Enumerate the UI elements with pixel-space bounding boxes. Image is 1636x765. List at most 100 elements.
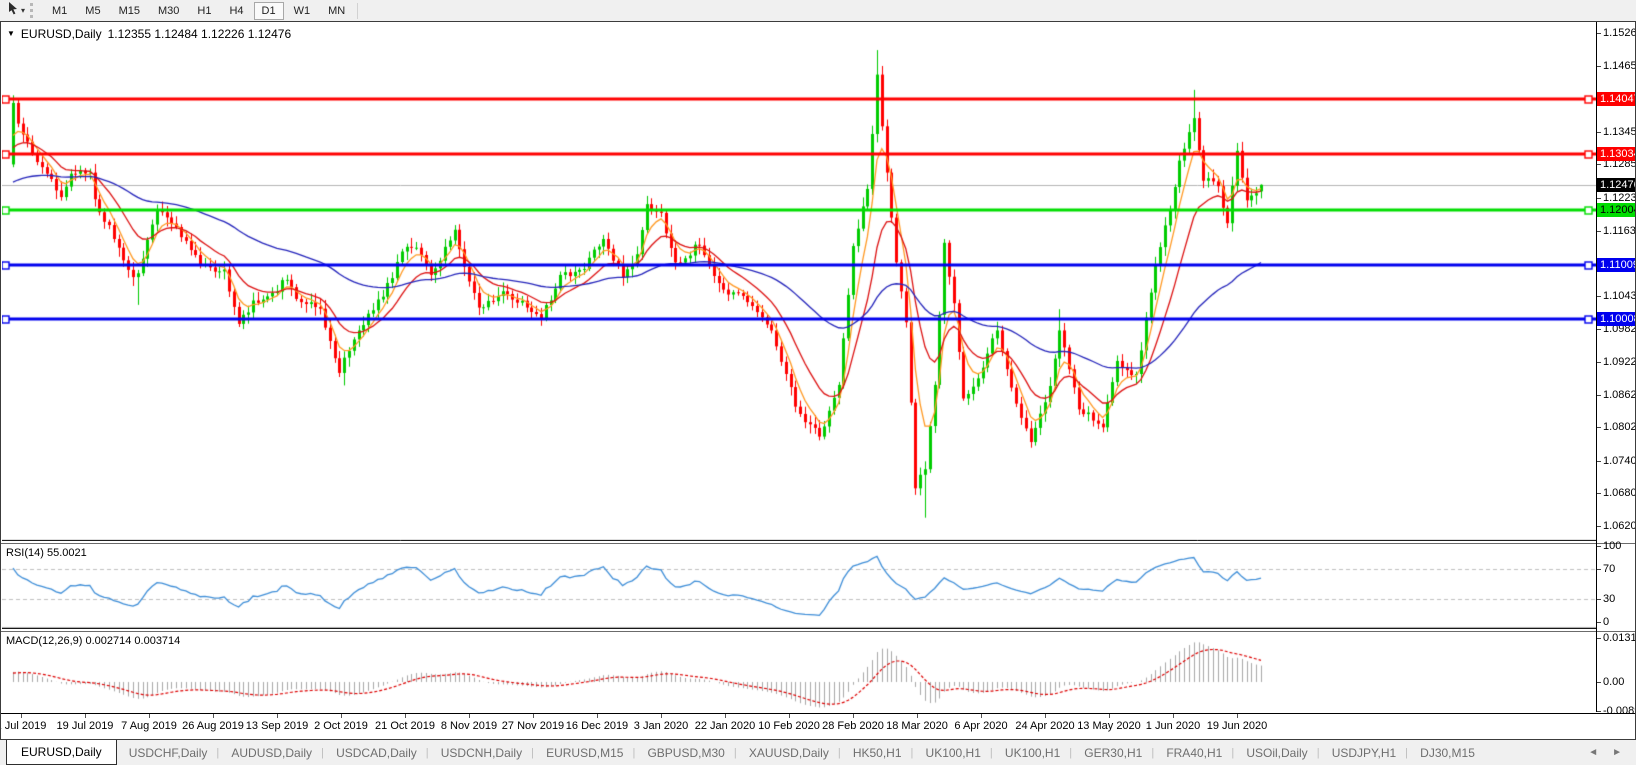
chart-tab[interactable]: FRA40,H1: [1151, 740, 1234, 765]
price-tick: [1597, 461, 1601, 462]
macd-tick: [1597, 638, 1601, 639]
price-axis-label: 1.09220: [1603, 356, 1635, 368]
macd-pane-separator[interactable]: [1, 631, 1635, 632]
price-tick: [1597, 132, 1601, 133]
rsi-indicator-canvas[interactable]: [2, 544, 1596, 629]
price-tick: [1597, 362, 1601, 363]
chart-tab[interactable]: USDCNH,Daily: [426, 740, 534, 765]
rsi-tick: [1597, 622, 1601, 623]
chart-tabs: EURUSD,DailyUSDCHF,DailyAUDUSD,DailyUSDC…: [0, 740, 1574, 765]
chart-tab[interactable]: EURUSD,Daily: [6, 740, 117, 765]
cursor-tool-button[interactable]: ▾: [4, 0, 28, 21]
top-toolbar: ▾ M1 M5 M15 M30 H1 H4 D1 W1 MN: [0, 0, 1636, 21]
date-tick: [981, 714, 982, 718]
date-tick: [1109, 714, 1110, 718]
date-tick: [725, 714, 726, 718]
date-tick: [85, 714, 86, 718]
price-chart-canvas[interactable]: [2, 23, 1596, 541]
date-tick: [1045, 714, 1046, 718]
macd-label: MACD(12,26,9) 0.002714 0.003714: [6, 635, 181, 647]
hline-price-badge: 1.12004: [1597, 203, 1635, 217]
chart-tab[interactable]: HK50,H1: [838, 740, 914, 765]
macd-tick: [1597, 682, 1601, 683]
date-tick: [21, 714, 22, 718]
chart-tab[interactable]: USOil,Daily: [1231, 740, 1319, 765]
scroll-left-icon[interactable]: ◄: [1588, 747, 1598, 758]
rsi-label: RSI(14) 55.0021: [6, 547, 87, 559]
timeframe-button[interactable]: W1: [286, 2, 319, 20]
scroll-right-icon[interactable]: ►: [1612, 747, 1622, 758]
rsi-axis-label: 100: [1603, 540, 1622, 552]
price-axis-label: 1.15265: [1603, 27, 1635, 39]
toolbar-separator: [357, 2, 359, 19]
rsi-axis-label: 70: [1603, 563, 1616, 575]
date-tick: [917, 714, 918, 718]
price-tick: [1597, 493, 1601, 494]
timeframe-button[interactable]: M5: [77, 2, 108, 20]
chart-tab[interactable]: USDCHF,Daily: [117, 740, 220, 765]
timeframe-button[interactable]: M1: [44, 2, 75, 20]
timeframe-button[interactable]: M30: [150, 2, 187, 20]
rsi-tick: [1597, 599, 1601, 600]
rsi-axis-label: 0: [1603, 616, 1610, 628]
timeframe-button[interactable]: D1: [253, 1, 284, 20]
hline-price-badge: 1.13034: [1597, 147, 1635, 161]
timeframe-button[interactable]: H1: [189, 2, 219, 20]
timeframe-button[interactable]: MN: [320, 2, 353, 20]
chart-tab[interactable]: USDCAD,Daily: [321, 740, 429, 765]
macd-axis-label: 0.013121: [1603, 632, 1636, 644]
date-tick: [149, 714, 150, 718]
rsi-pane-separator[interactable]: [1, 543, 1635, 544]
rsi-axis-label: 30: [1603, 593, 1616, 605]
price-tick: [1597, 198, 1601, 199]
date-tick: [533, 714, 534, 718]
date-tick: [341, 714, 342, 718]
chart-tab[interactable]: UK100,H1: [990, 740, 1072, 765]
chart-tab[interactable]: AUDUSD,Daily: [216, 740, 324, 765]
chart-tab[interactable]: UK100,H1: [911, 740, 993, 765]
macd-axis-label: 0.00: [1603, 676, 1625, 688]
hline-price-badge: 1.10008: [1597, 312, 1635, 326]
date-tick: [789, 714, 790, 718]
timeframe-button[interactable]: M15: [111, 2, 148, 20]
date-axis-label: 19 Jun 2020: [1206, 720, 1268, 732]
timeframe-button[interactable]: H4: [221, 2, 251, 20]
chart-tab[interactable]: EURUSD,M15: [531, 740, 635, 765]
price-axis-label: 1.06805: [1603, 487, 1635, 499]
chart-tab[interactable]: USDJPY,H1: [1317, 740, 1408, 765]
bid-price-badge: 1.12476: [1597, 178, 1635, 192]
price-tick: [1597, 427, 1601, 428]
chart-symbol-label: EURUSD,Daily: [20, 27, 102, 41]
date-tick: [1237, 714, 1238, 718]
cursor-icon: [7, 1, 19, 20]
price-axis-label: 1.13450: [1603, 126, 1635, 138]
mt4-terminal: ▾ M1 M5 M15 M30 H1 H4 D1 W1 MN ▼ EURUSD,Daily 1.…: [0, 0, 1636, 765]
price-tick: [1597, 296, 1601, 297]
chart-tab[interactable]: XAUUSD,Daily: [734, 740, 841, 765]
chart-tab[interactable]: DJ30,M15: [1405, 740, 1487, 765]
price-tick: [1597, 66, 1601, 67]
date-tick: [661, 714, 662, 718]
date-tick: [213, 714, 214, 718]
rsi-tick: [1597, 546, 1601, 547]
date-tick: [597, 714, 598, 718]
chart-ohlc-values: 1.12355 1.12484 1.12226 1.12476: [107, 27, 292, 41]
chart-title: ▼ EURUSD,Daily 1.12355 1.12484 1.12226 1…: [7, 27, 291, 41]
time-axis: 1 Jul 2019 19 Jul 2019 7 Aug 2019 26 Aug 20…: [1, 714, 1635, 739]
price-scale-border: [1596, 22, 1597, 712]
price-axis-label: 1.08020: [1603, 421, 1635, 433]
collapse-arrow-icon[interactable]: ▼: [7, 30, 15, 38]
timeframe-toolbar: M1 M5 M15 M30 H1 H4 D1 W1 MN: [43, 0, 354, 21]
chart-tab[interactable]: GBPUSD,M30: [632, 740, 736, 765]
date-tick: [853, 714, 854, 718]
chart-tab[interactable]: GER30,H1: [1069, 740, 1154, 765]
price-axis-label: 1.07405: [1603, 455, 1635, 467]
dropdown-caret-icon[interactable]: ▾: [21, 6, 25, 15]
macd-indicator-canvas[interactable]: [2, 632, 1596, 712]
price-tick: [1597, 231, 1601, 232]
macd-tick: [1597, 711, 1601, 712]
price-axis-label: 1.06205: [1603, 520, 1635, 532]
toolbar-grip[interactable]: [30, 3, 34, 18]
tab-scroll-controls: ◄ ►: [1574, 740, 1636, 765]
price-axis-label: 1.10435: [1603, 290, 1635, 302]
